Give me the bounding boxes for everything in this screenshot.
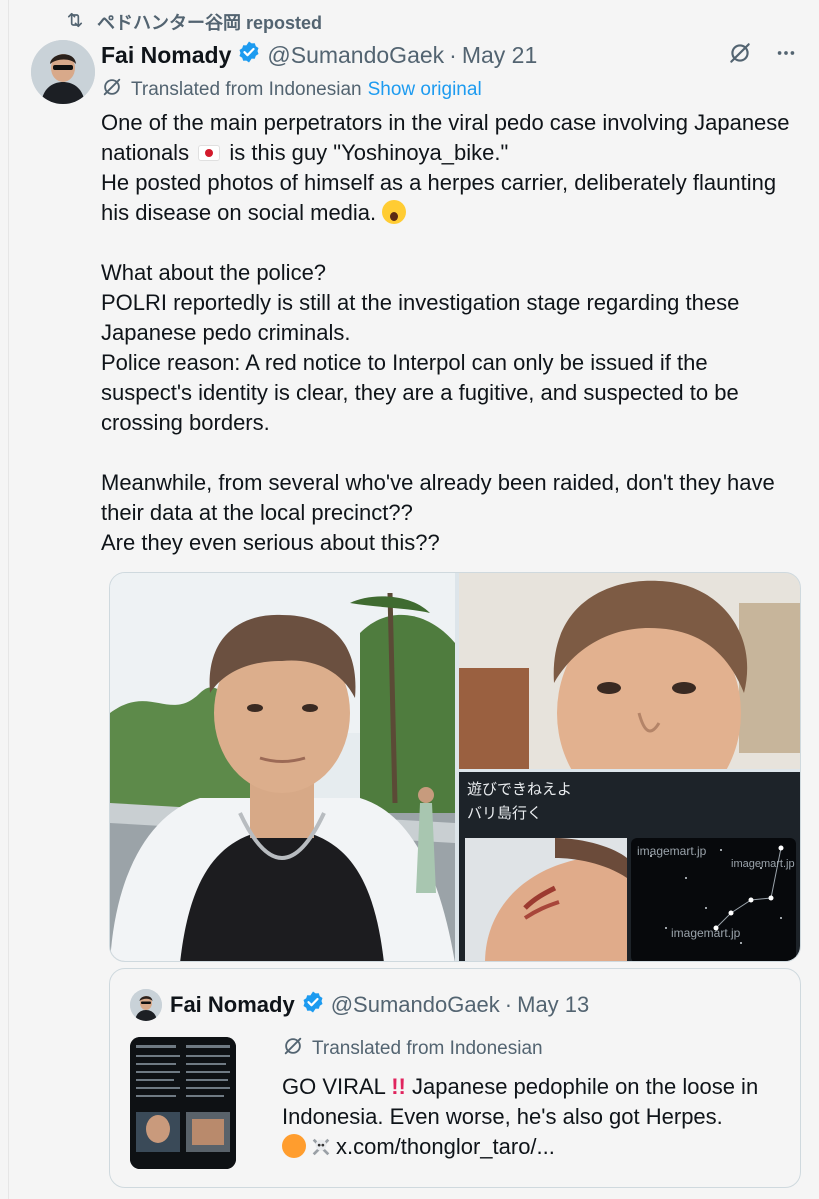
- skull-crossbones-emoji: [312, 1138, 330, 1156]
- screaming-face-emoji: [382, 200, 407, 224]
- repost-text: ペドハンター谷岡 reposted: [97, 13, 323, 33]
- grok-icon[interactable]: [727, 40, 753, 66]
- verified-badge-icon: [231, 40, 267, 70]
- translation-notice: Translated from Indonesian Show original: [101, 76, 482, 104]
- double-exclamation-emoji: !!: [391, 1074, 406, 1099]
- biohazard-emoji: [282, 1134, 306, 1158]
- watermark-3: imagemart.jp: [671, 926, 741, 940]
- japan-flag-emoji: [198, 145, 221, 161]
- tweet-text: One of the main perpetrators in the vira…: [101, 108, 801, 558]
- quoted-tweet[interactable]: Fai Nomady @SumandoGaek · May 13 Transla…: [109, 968, 801, 1188]
- author-name[interactable]: Fai Nomady: [101, 42, 231, 69]
- watermark-2: imagemart.jp: [731, 858, 795, 870]
- quote-media-thumbnail[interactable]: [130, 1037, 236, 1169]
- header-separator: ·: [449, 41, 457, 68]
- quote-text: GO VIRAL !! Japanese pedophile on the lo…: [282, 1072, 782, 1162]
- repost-icon: [65, 10, 85, 35]
- quote-link[interactable]: x.com/thonglor_taro/...: [336, 1134, 555, 1159]
- repost-indicator[interactable]: ペドハンター谷岡 reposted: [65, 10, 322, 34]
- quote-author-handle[interactable]: @SumandoGaek: [331, 992, 500, 1018]
- tweet-paragraph-2: What about the police? POLRI reportedly …: [101, 260, 740, 435]
- quote-date[interactable]: May 13: [517, 992, 589, 1018]
- quote-translate-icon: [282, 1035, 312, 1063]
- collage-caption-2: バリ島行く: [467, 804, 543, 822]
- collage-neck-photo: [465, 838, 627, 961]
- tweet-date[interactable]: May 21: [462, 42, 537, 69]
- quote-verified-badge-icon: [295, 990, 331, 1020]
- tweet-card[interactable]: ペドハンター谷岡 reposted Fai Nomady @SumandoGae…: [8, 0, 819, 1199]
- media-grid[interactable]: 遊びできねえよ バリ島行く imagemart.jp imagemart.jp …: [109, 572, 801, 962]
- quote-header-separator: ·: [504, 992, 513, 1017]
- quote-author-avatar[interactable]: [130, 989, 162, 1021]
- translate-icon: [101, 76, 131, 104]
- tweet-paragraph-3: Meanwhile, from several who've already b…: [101, 470, 775, 555]
- tweet-paragraph-1: One of the main perpetrators in the vira…: [101, 110, 790, 225]
- more-icon[interactable]: [775, 42, 797, 64]
- show-original-link[interactable]: Show original: [368, 79, 482, 101]
- author-avatar[interactable]: [31, 40, 95, 104]
- media-photo-selfie[interactable]: [110, 573, 455, 961]
- collage-stars-image: imagemart.jp imagemart.jp imagemart.jp: [631, 838, 796, 961]
- media-screenshot-collage[interactable]: 遊びできねえよ バリ島行く imagemart.jp imagemart.jp …: [459, 772, 800, 961]
- author-handle[interactable]: @SumandoGaek: [267, 42, 444, 69]
- quote-translation-notice: Translated from Indonesian: [282, 1035, 543, 1063]
- watermark-1: imagemart.jp: [637, 844, 707, 858]
- quote-text-go-viral: GO VIRAL: [282, 1074, 386, 1099]
- quote-author-name[interactable]: Fai Nomady: [170, 992, 295, 1018]
- quote-translated-label: Translated from Indonesian: [312, 1038, 543, 1059]
- translated-label: Translated from Indonesian: [131, 79, 362, 100]
- collage-caption-1: 遊びできねえよ: [467, 780, 573, 798]
- media-photo-closeup[interactable]: [459, 573, 800, 769]
